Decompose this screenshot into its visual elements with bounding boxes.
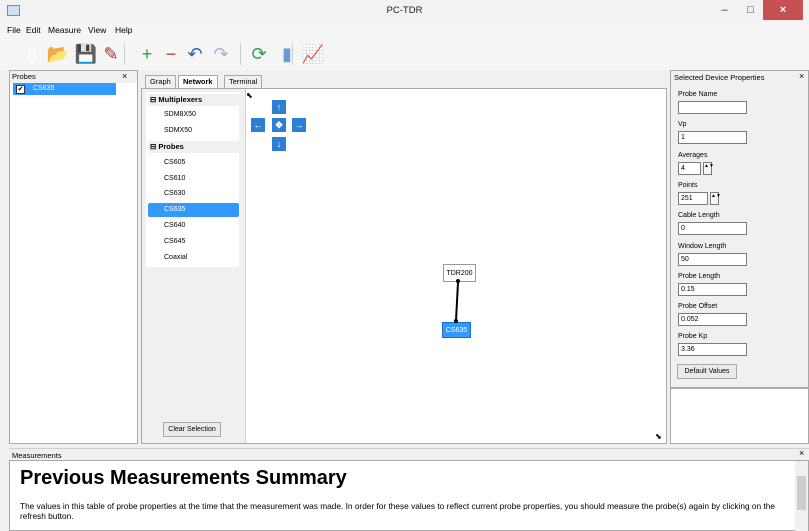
pan-right-icon[interactable]: → — [292, 118, 306, 132]
tree-item[interactable]: SDM8X50 — [148, 108, 239, 122]
close-button[interactable]: × — [763, 0, 803, 20]
points-field[interactable]: 251 — [678, 192, 708, 205]
connector-dot — [454, 319, 458, 323]
probe-node-cs635[interactable]: CS635 — [442, 322, 471, 338]
properties-close-icon[interactable]: × — [799, 71, 804, 81]
resize-handle-icon[interactable]: ⬉ — [655, 432, 662, 441]
tree-item-selected[interactable]: CS635 — [148, 203, 239, 217]
probe-list-item[interactable]: CS635 — [13, 83, 116, 95]
probe-kp-label: Probe Kp — [678, 333, 708, 340]
probe-name-field[interactable] — [678, 101, 747, 114]
refresh-icon[interactable]: ⟳ — [248, 41, 270, 67]
measurements-description: The values in this table of probe proper… — [20, 501, 775, 521]
pan-left-icon[interactable]: ← — [251, 118, 265, 132]
tab-graph[interactable]: Graph — [145, 75, 176, 88]
points-spinner[interactable]: ▲▼ — [710, 192, 721, 205]
menu-file[interactable]: File — [7, 25, 21, 35]
window-title: PC-TDR — [386, 5, 423, 16]
pan-up-icon[interactable]: ↑ — [272, 100, 286, 114]
tab-terminal[interactable]: Terminal — [224, 75, 263, 88]
toolbar-separator — [240, 43, 241, 65]
save-icon[interactable]: 💾 — [75, 41, 97, 67]
cable-length-label: Cable Length — [678, 212, 720, 219]
toolbar-separator — [124, 43, 125, 65]
toolbar-separator — [292, 43, 293, 65]
undo-icon[interactable]: ↶ — [184, 41, 206, 67]
properties-description-pane — [670, 388, 809, 444]
menu-edit[interactable]: Edit — [26, 25, 41, 35]
minimize-button[interactable]: – — [711, 0, 738, 20]
tree-group-probes[interactable]: ⊟ Probes — [148, 141, 239, 153]
averages-spinner[interactable]: ▲▼ — [703, 162, 714, 175]
probe-name-label: Probe Name — [678, 91, 718, 98]
probe-length-label: Probe Length — [678, 273, 721, 280]
measurements-close-icon[interactable]: × — [799, 448, 804, 458]
averages-field[interactable]: 4 — [678, 162, 701, 175]
probe-checkbox[interactable]: ✔ — [16, 85, 25, 94]
probe-tool-icon[interactable]: ✎ — [100, 41, 122, 67]
maximize-button[interactable]: □ — [737, 0, 764, 20]
add-icon[interactable]: + — [136, 41, 158, 67]
points-label: Points — [678, 182, 698, 189]
vp-field[interactable]: 1 — [678, 131, 747, 144]
open-folder-icon[interactable]: 📂 — [47, 41, 69, 67]
new-file-icon[interactable]: ▯ — [21, 41, 43, 67]
tree-item[interactable]: Coaxial — [148, 251, 239, 265]
probe-offset-label: Probe Offset — [678, 303, 718, 310]
vp-label: Vp — [678, 121, 687, 128]
averages-label: Averages — [678, 152, 708, 159]
tree-group-multiplexers[interactable]: ⊟ Multiplexers — [148, 94, 239, 106]
probe-offset-field[interactable]: 0.052 — [678, 313, 747, 326]
probes-close-icon[interactable]: × — [122, 71, 127, 81]
menu-measure[interactable]: Measure — [48, 25, 81, 35]
tree-item[interactable]: CS610 — [148, 172, 239, 186]
clear-selection-button[interactable]: Clear Selection — [163, 422, 221, 437]
graph-icon[interactable]: 📈 — [302, 41, 324, 67]
tree-item[interactable]: CS630 — [148, 187, 239, 201]
tree-item[interactable]: CS605 — [148, 156, 239, 170]
cable-length-field[interactable]: 0 — [678, 222, 747, 235]
menu-help[interactable]: Help — [115, 25, 132, 35]
measurements-panel-title: Measurements — [9, 448, 809, 460]
measurements-heading: Previous Measurements Summary — [20, 467, 347, 489]
probes-panel: Probes — [9, 70, 138, 444]
properties-panel-title: Selected Device Properties — [671, 71, 808, 83]
probe-kp-field[interactable]: 3.36 — [678, 343, 747, 356]
pan-center-icon[interactable]: ✥ — [272, 118, 286, 132]
tree-item[interactable]: CS640 — [148, 219, 239, 233]
resize-handle-icon[interactable]: ⬉ — [246, 91, 253, 100]
tree-item[interactable]: CS645 — [148, 235, 239, 249]
remove-icon[interactable]: − — [160, 41, 182, 67]
connector-dot — [456, 279, 460, 283]
menu-view[interactable]: View — [88, 25, 106, 35]
pan-down-icon[interactable]: ↓ — [272, 137, 286, 151]
tree-item[interactable]: SDMX50 — [148, 124, 239, 138]
window-length-label: Window Length — [678, 243, 727, 250]
window-length-field[interactable]: 50 — [678, 253, 747, 266]
redo-icon[interactable]: ↷ — [210, 41, 232, 67]
scroll-thumb[interactable] — [797, 476, 806, 510]
probes-panel-title: Probes — [10, 71, 137, 83]
tab-network[interactable]: Network — [178, 75, 218, 88]
battery-icon[interactable]: ▮ — [276, 41, 298, 67]
default-values-button[interactable]: Default Values — [677, 364, 737, 379]
probe-length-field[interactable]: 0.15 — [678, 283, 747, 296]
